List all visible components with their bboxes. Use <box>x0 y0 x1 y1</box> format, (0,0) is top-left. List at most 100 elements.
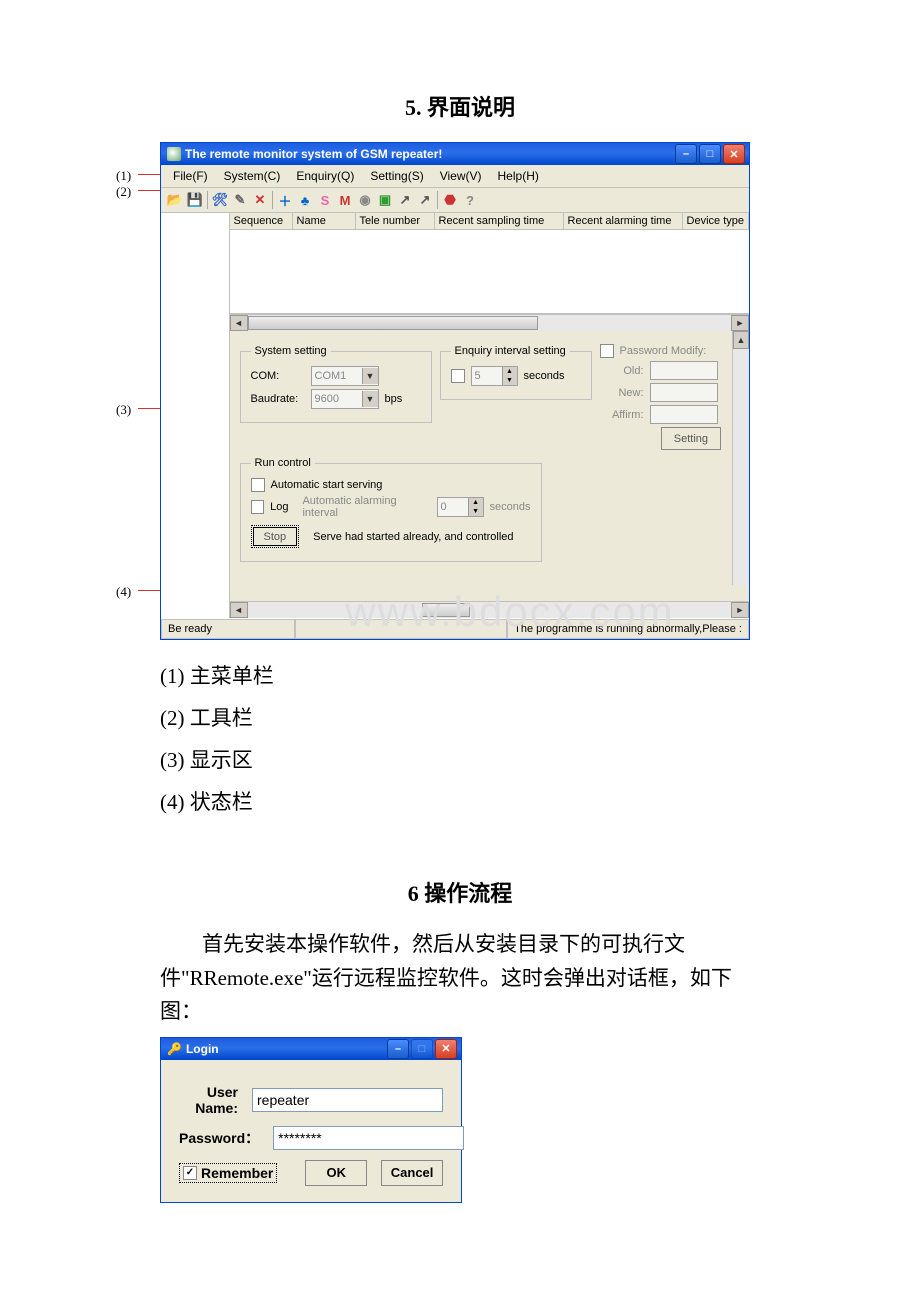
dropdown-icon: ▼ <box>362 368 378 384</box>
tool-arrow1-icon[interactable]: ↗ <box>395 190 415 210</box>
auto-start-checkbox[interactable] <box>251 478 265 492</box>
baud-value: 9600 <box>312 393 362 405</box>
spin-down-icon[interactable]: ▼ <box>469 507 483 516</box>
col-device-type[interactable]: Device type <box>683 213 749 229</box>
tool-add-icon[interactable]: ＋ <box>275 190 295 210</box>
scroll-thumb[interactable] <box>248 316 538 330</box>
scroll-thumb[interactable] <box>422 603 470 617</box>
maximize-icon: □ <box>419 1043 426 1055</box>
menu-view[interactable]: View(V) <box>432 167 490 185</box>
login-title: Login <box>186 1042 219 1056</box>
minimize-icon: – <box>395 1043 401 1055</box>
com-dropdown[interactable]: COM1 ▼ <box>311 366 379 386</box>
tool-s-icon[interactable]: S <box>315 190 335 210</box>
menu-file[interactable]: File(F) <box>165 167 216 185</box>
tree-panel[interactable] <box>161 213 230 618</box>
minimize-icon: – <box>683 148 689 160</box>
new-pass-input[interactable] <box>650 383 718 402</box>
tool-arrow2-icon[interactable]: ↗ <box>415 190 435 210</box>
settings-panel: ▲ System setting COM: COM1 ▼ <box>230 331 749 601</box>
toolbar-separator <box>272 191 273 209</box>
callout-2: (2) <box>116 184 131 200</box>
cancel-button[interactable]: Cancel <box>381 1160 443 1186</box>
login-close-button[interactable]: ✕ <box>435 1039 457 1059</box>
legend-4: (4) 状态栏 <box>60 786 860 816</box>
col-alarming[interactable]: Recent alarming time <box>564 213 683 229</box>
scroll-left-icon[interactable]: ◄ <box>230 602 248 618</box>
affirm-pass-input[interactable] <box>650 405 718 424</box>
titlebar: The remote monitor system of GSM repeate… <box>161 143 749 165</box>
stop-button[interactable]: Stop <box>251 525 300 548</box>
password-setting-button[interactable]: Setting <box>661 427 721 450</box>
main-app-window: The remote monitor system of GSM repeate… <box>160 142 750 640</box>
scroll-right-icon[interactable]: ► <box>731 602 749 618</box>
login-titlebar: 🔑 Login – □ ✕ <box>161 1038 461 1060</box>
baud-label: Baudrate: <box>251 393 305 405</box>
col-tele[interactable]: Tele number <box>356 213 435 229</box>
old-pass-label: Old: <box>600 365 644 377</box>
tool-tree-icon[interactable]: ♣ <box>295 190 315 210</box>
legend-2: (2) 工具栏 <box>60 702 860 732</box>
remember-checkbox[interactable]: ✓ Remember <box>179 1163 277 1183</box>
affirm-pass-label: Affirm: <box>600 409 644 421</box>
alarm-unit: seconds <box>490 501 531 513</box>
tool-stop-icon[interactable]: ⬣ <box>440 190 460 210</box>
tool-open-icon[interactable]: 📂 <box>165 190 185 210</box>
callout-4: (4) <box>116 584 131 600</box>
spin-up-icon[interactable]: ▲ <box>503 367 517 376</box>
list-header-row: Sequence Name Tele number Recent samplin… <box>230 213 749 230</box>
menu-setting[interactable]: Setting(S) <box>362 167 431 185</box>
tool-square-icon[interactable]: ▣ <box>375 190 395 210</box>
scroll-right-icon[interactable]: ► <box>731 315 749 331</box>
tool-delete-icon[interactable]: ✕ <box>250 190 270 210</box>
settings-vscroll[interactable]: ▲ <box>732 331 749 585</box>
app-icon <box>167 147 181 161</box>
password-label: Password： <box>179 1128 273 1148</box>
enquiry-spinner[interactable]: 5 ▲▼ <box>471 366 518 386</box>
alarm-spinner[interactable]: 0 ▲▼ <box>437 497 484 517</box>
run-control-group: Run control Automatic start serving Log … <box>240 457 542 562</box>
tool-m-icon[interactable]: M <box>335 190 355 210</box>
close-icon: ✕ <box>729 148 738 161</box>
menu-system[interactable]: System(C) <box>216 167 289 185</box>
baud-dropdown[interactable]: 9600 ▼ <box>311 389 379 409</box>
toolbar-separator <box>437 191 438 209</box>
figure-xp-window: www.bdocx.com (1) (2) (3) (4) The remote… <box>160 142 860 640</box>
menu-enquiry[interactable]: Enquiry(Q) <box>288 167 362 185</box>
log-checkbox[interactable] <box>251 500 265 514</box>
spin-down-icon[interactable]: ▼ <box>503 376 517 385</box>
login-minimize-button[interactable]: – <box>387 1039 409 1059</box>
old-pass-input[interactable] <box>650 361 718 380</box>
tool-save-icon[interactable]: 💾 <box>185 190 205 210</box>
close-button[interactable]: ✕ <box>723 144 745 164</box>
remember-label: Remember <box>201 1165 273 1181</box>
menu-help[interactable]: Help(H) <box>490 167 547 185</box>
minimize-button[interactable]: – <box>675 144 697 164</box>
device-list[interactable]: Sequence Name Tele number Recent samplin… <box>230 213 749 314</box>
tool-config-icon[interactable]: 🛠 <box>210 190 230 210</box>
ok-button[interactable]: OK <box>305 1160 367 1186</box>
col-name[interactable]: Name <box>293 213 356 229</box>
auto-start-label: Automatic start serving <box>271 479 383 491</box>
log-label: Log <box>270 501 288 513</box>
settings-hscroll[interactable]: ◄ ► <box>230 601 749 618</box>
col-sampling[interactable]: Recent sampling time <box>435 213 564 229</box>
tool-edit-icon[interactable]: ✎ <box>230 190 250 210</box>
maximize-button[interactable]: □ <box>699 144 721 164</box>
run-status-text: Serve had started already, and controlle… <box>313 531 513 543</box>
scroll-left-icon[interactable]: ◄ <box>230 315 248 331</box>
window-title: The remote monitor system of GSM repeate… <box>185 147 442 161</box>
username-input[interactable] <box>252 1088 443 1112</box>
spin-up-icon[interactable]: ▲ <box>469 498 483 507</box>
password-input[interactable] <box>273 1126 464 1150</box>
tool-circle1-icon[interactable]: ◉ <box>355 190 375 210</box>
password-modify-checkbox[interactable] <box>600 344 614 358</box>
col-sequence[interactable]: Sequence <box>230 213 293 229</box>
status-middle <box>295 619 507 639</box>
scroll-up-icon[interactable]: ▲ <box>733 331 749 349</box>
maximize-icon: □ <box>707 148 714 160</box>
enquiry-interval-group: Enquiry interval setting 5 ▲▼ seconds <box>440 345 592 400</box>
list-hscroll[interactable]: ◄ ► <box>230 314 749 331</box>
enquiry-checkbox[interactable] <box>451 369 465 383</box>
tool-help-icon[interactable]: ? <box>460 190 480 210</box>
